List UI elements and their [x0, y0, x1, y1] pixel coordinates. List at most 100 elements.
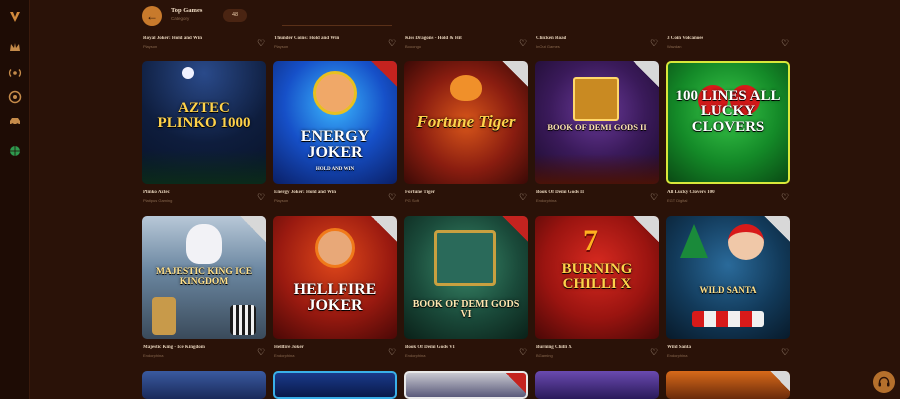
game-card[interactable]: BOOK OF DEMI GODS VI Book Of Demi Gods V…	[404, 216, 528, 361]
game-thumbnail[interactable]: 100 LINES ALL LUCKY CLOVERS	[666, 61, 790, 184]
game-card[interactable]	[273, 371, 397, 399]
back-button[interactable]: ←	[142, 6, 162, 26]
support-chat-button[interactable]	[873, 371, 895, 393]
arrow-left-icon: ←	[146, 9, 158, 23]
christmas-tree-icon	[680, 224, 708, 258]
game-art-subtitle: HOLD AND WIN	[315, 167, 355, 172]
game-thumbnail[interactable]: ENERGY JOKER HOLD AND WIN	[273, 61, 397, 184]
crown-icon[interactable]	[8, 40, 22, 54]
game-card[interactable]: ENERGY JOKER HOLD AND WIN Energy Joker: …	[273, 61, 397, 206]
game-thumbnail[interactable]	[535, 371, 659, 399]
game-art-title: HELLFIRE JOKER	[293, 281, 377, 315]
game-card[interactable]: MAJESTIC KING ICE KINGDOM Majestic King …	[142, 216, 266, 361]
provider-corner-badge	[770, 371, 790, 391]
game-name: Plinko Aztec	[143, 190, 170, 195]
game-card[interactable]	[666, 371, 790, 399]
page-title: Top Games	[171, 7, 203, 14]
joker-face-icon	[313, 71, 357, 115]
game-thumbnail[interactable]: MAJESTIC KING ICE KINGDOM	[142, 216, 266, 339]
favorite-heart-icon[interactable]: ♡	[518, 38, 528, 48]
game-provider: Endorphina	[667, 353, 688, 358]
game-card[interactable]: Chicken Road InOut Games ♡	[535, 36, 659, 50]
favorite-heart-icon[interactable]: ♡	[256, 192, 266, 202]
giraffe-icon	[152, 297, 176, 335]
favorite-heart-icon[interactable]: ♡	[780, 38, 790, 48]
game-art-title: ENERGY JOKER	[300, 128, 370, 162]
moon-icon	[182, 67, 194, 79]
game-card[interactable]: AZTEC PLINKO 1000 Plinko Aztec Platipus …	[142, 61, 266, 206]
game-thumbnail[interactable]	[273, 371, 397, 399]
game-card[interactable]: BOOK OF DEMI GODS II Book Of Demi Gods I…	[535, 61, 659, 206]
game-thumbnail[interactable]: BOOK OF DEMI GODS VI	[404, 216, 528, 339]
broadcast-icon[interactable]	[8, 66, 22, 80]
game-thumbnail[interactable]	[666, 371, 790, 399]
provider-corner-badge	[502, 216, 528, 242]
favorite-heart-icon[interactable]: ♡	[649, 38, 659, 48]
game-provider: Booongo	[405, 44, 422, 49]
favorite-heart-icon[interactable]: ♡	[256, 38, 266, 48]
header-divider	[282, 25, 392, 26]
game-provider: BGaming	[536, 353, 553, 358]
game-art-title: WILD SANTA	[699, 285, 757, 295]
game-card[interactable]: 100 LINES ALL LUCKY CLOVERS All Lucky Cl…	[666, 61, 790, 206]
page-subtitle: Category	[171, 16, 190, 21]
game-thumbnail[interactable]: HELLFIRE JOKER	[273, 216, 397, 339]
game-provider: EGT Digital	[667, 198, 688, 203]
game-thumbnail[interactable]: WILD SANTA	[666, 216, 790, 339]
game-card[interactable]	[142, 371, 266, 399]
game-thumbnail[interactable]	[404, 371, 528, 399]
favorite-heart-icon[interactable]: ♡	[649, 347, 659, 357]
game-thumbnail[interactable]: AZTEC PLINKO 1000	[142, 61, 266, 184]
game-name: Chicken Road	[536, 36, 567, 41]
game-name: Majestic King - Ice Kingdom	[143, 345, 205, 350]
favorite-heart-icon[interactable]: ♡	[518, 192, 528, 202]
games-count-badge: 48	[223, 9, 247, 22]
game-provider: Platipus Gaming	[143, 198, 173, 203]
game-card[interactable]: Royal Joker: Hold and Win Playson ♡	[142, 36, 266, 50]
favorite-heart-icon[interactable]: ♡	[518, 347, 528, 357]
car-icon[interactable]	[8, 114, 22, 128]
favorite-heart-icon[interactable]: ♡	[256, 347, 266, 357]
gift-boxes-icon	[692, 311, 764, 327]
game-art-title: BURNING CHILLI X	[561, 261, 633, 293]
game-card[interactable]: 7 BURNING CHILLI X Burning Chilli X BGam…	[535, 216, 659, 361]
game-provider: PG Soft	[405, 198, 420, 203]
game-thumbnail[interactable]: BOOK OF DEMI GODS II	[535, 61, 659, 184]
favorite-heart-icon[interactable]: ♡	[387, 38, 397, 48]
game-art-title: BOOK OF DEMI GODS II	[547, 122, 647, 132]
game-card[interactable]	[404, 371, 528, 399]
game-name: Energy Joker: Hold and Win	[274, 190, 337, 195]
favorite-heart-icon[interactable]: ♡	[780, 347, 790, 357]
provider-corner-badge	[371, 216, 397, 242]
sidebar	[0, 0, 30, 399]
provider-corner-badge	[371, 61, 397, 87]
favorite-heart-icon[interactable]: ♡	[649, 192, 659, 202]
game-art-title: Fortune Tiger	[416, 112, 516, 131]
game-card[interactable]: 3 Coin Volcanoes Wazdan ♡	[666, 36, 790, 50]
golden-book-icon	[573, 77, 619, 121]
game-provider: Playson	[274, 198, 289, 203]
game-provider: Playson	[143, 44, 158, 49]
logo-icon[interactable]	[8, 10, 22, 24]
globe-icon[interactable]	[8, 144, 22, 158]
chip-icon[interactable]	[8, 90, 22, 104]
game-card[interactable]: Thunder Coins: Hold and Win Playson ♡	[273, 36, 397, 50]
lucky-seven-icon: 7	[583, 224, 598, 257]
game-thumbnail[interactable]: Fortune Tiger	[404, 61, 528, 184]
provider-corner-badge	[502, 61, 528, 87]
game-thumbnail[interactable]: 7 BURNING CHILLI X	[535, 216, 659, 339]
game-name: Thunder Coins: Hold and Win	[274, 36, 340, 41]
game-name: Fortune Tiger	[405, 190, 435, 195]
favorite-heart-icon[interactable]: ♡	[387, 192, 397, 202]
game-card[interactable]: HELLFIRE JOKER Hellfire Joker Endorphina…	[273, 216, 397, 361]
provider-corner-badge	[240, 216, 266, 242]
game-card[interactable]	[535, 371, 659, 399]
game-thumbnail[interactable]	[142, 371, 266, 399]
game-card[interactable]: Fortune Tiger Fortune Tiger PG Soft ♡	[404, 61, 528, 206]
favorite-heart-icon[interactable]: ♡	[387, 347, 397, 357]
game-card[interactable]: WILD SANTA Wild Santa Endorphina ♡	[666, 216, 790, 361]
category-header: ← Top Games Category 48	[142, 4, 802, 26]
game-card[interactable]: Kiss Dragons - Hold & Hit Booongo ♡	[404, 36, 528, 50]
favorite-heart-icon[interactable]: ♡	[780, 192, 790, 202]
game-art-title: AZTEC PLINKO 1000	[157, 100, 251, 132]
